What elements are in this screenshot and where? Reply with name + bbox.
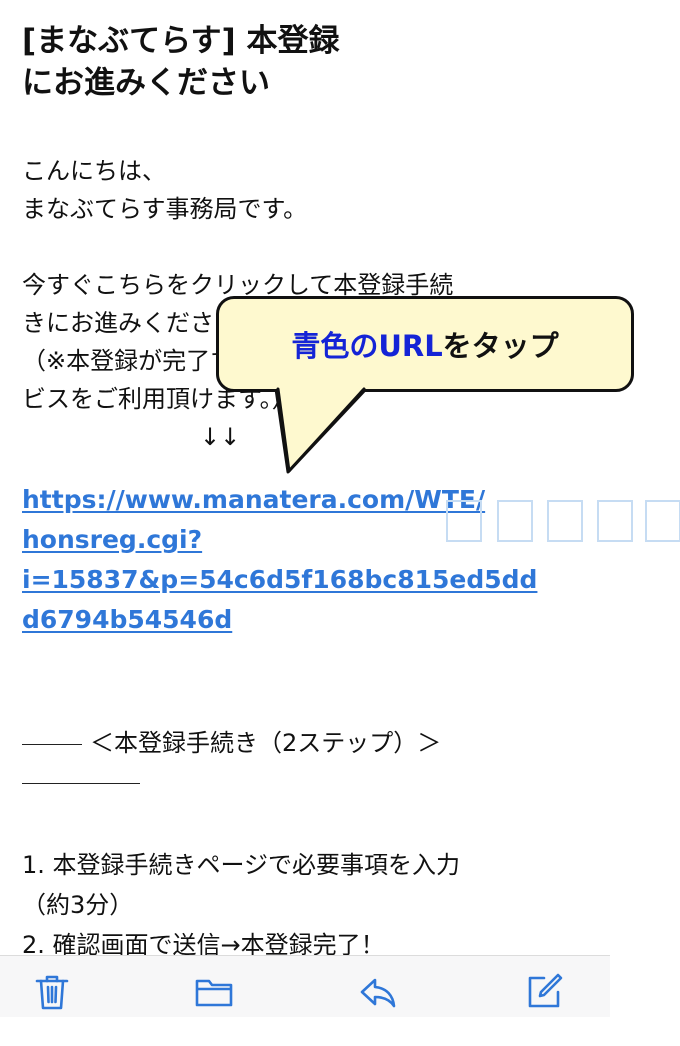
email-subject: [まなぶてらす] 本登録 にお進みください — [22, 20, 582, 104]
subject-line-2: にお進みください — [22, 65, 270, 101]
compose-button[interactable] — [522, 970, 566, 1014]
steps-heading-text: ＜本登録手続き（2ステップ）＞ — [90, 729, 442, 757]
missing-glyph-box — [645, 500, 680, 542]
move-to-folder-button[interactable] — [192, 970, 236, 1014]
missing-glyph-box — [597, 500, 633, 542]
compose-icon — [528, 973, 563, 1008]
missing-glyph-box — [497, 500, 533, 542]
missing-glyph-box — [547, 500, 583, 542]
divider — [22, 783, 140, 784]
delete-button[interactable] — [30, 970, 74, 1014]
step-1: 1. 本登録手続きページで必要事項を入力 — [22, 851, 461, 879]
missing-glyph-box — [446, 500, 482, 542]
greeting-line-2: まなぶてらす事務局です。 — [22, 195, 308, 223]
reply-icon — [360, 978, 396, 1008]
step-1-note: （約3分） — [22, 891, 134, 919]
trash-icon — [35, 975, 69, 1010]
link-line-3[interactable]: i=15837&p=54c6d5f168bc815ed5dd — [22, 560, 582, 600]
callout-rest: をタップ — [442, 329, 559, 363]
callout-highlight: 青色のURL — [291, 329, 443, 363]
greeting-line-1: こんにちは、 — [22, 157, 166, 185]
mail-toolbar — [0, 955, 610, 1017]
steps-heading: ＜本登録手続き（2ステップ）＞ — [22, 724, 441, 762]
steps-list: 1. 本登録手続きページで必要事項を入力 （約3分） 2. 確認画面で送信→本登… — [22, 845, 460, 965]
link-line-4[interactable]: d6794b54546d — [22, 600, 582, 640]
folder-icon — [195, 979, 233, 1007]
callout-text: 青色のURL をタップ — [216, 296, 634, 392]
tap-hint-callout: 青色のURL をタップ — [216, 296, 634, 474]
reply-button[interactable] — [356, 970, 400, 1014]
subject-line-1: [まなぶてらす] 本登録 — [22, 23, 340, 59]
heading-dash — [22, 743, 82, 745]
